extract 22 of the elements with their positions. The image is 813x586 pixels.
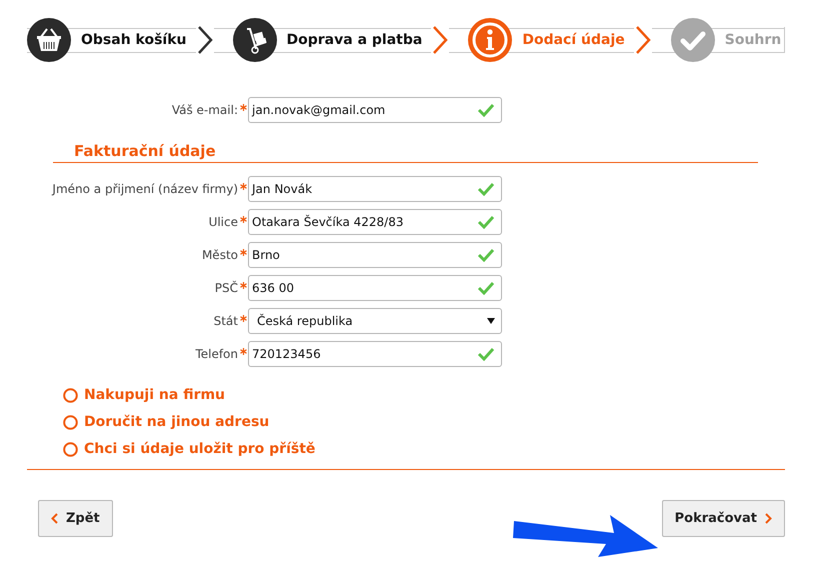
field-label: PSČ (214, 281, 238, 295)
step-label[interactable]: Doprava a platba (286, 32, 422, 48)
input-field[interactable]: Brno (248, 242, 502, 268)
field-label: Telefon (195, 347, 238, 361)
chevron-icon (51, 513, 58, 524)
input-field[interactable]: jan.novak@gmail.com (248, 97, 502, 123)
field-label: Jméno a přijmení (název firmy) (52, 182, 238, 196)
continue-button[interactable]: Pokračovat (662, 500, 785, 537)
section-heading: Fakturační údaje (53, 142, 758, 163)
step-label[interactable]: Obsah košíku (81, 32, 187, 48)
input-field[interactable]: 636 00 (248, 275, 502, 301)
chevron-icon (765, 513, 772, 524)
field-label: Stát (214, 314, 238, 328)
select-field[interactable]: Česká republika (248, 308, 502, 334)
field-label: Ulice (208, 215, 238, 229)
input-field[interactable]: Otakara Ševčíka 4228/83 (248, 209, 502, 235)
input-field[interactable]: 720123456 (248, 341, 502, 367)
field-label: Město (202, 248, 238, 262)
input-field[interactable]: Jan Novák (248, 176, 502, 202)
back-button[interactable]: Zpět (38, 500, 113, 537)
field-label: Váš e-mail: (172, 103, 238, 117)
dropdown-icon (487, 318, 495, 324)
